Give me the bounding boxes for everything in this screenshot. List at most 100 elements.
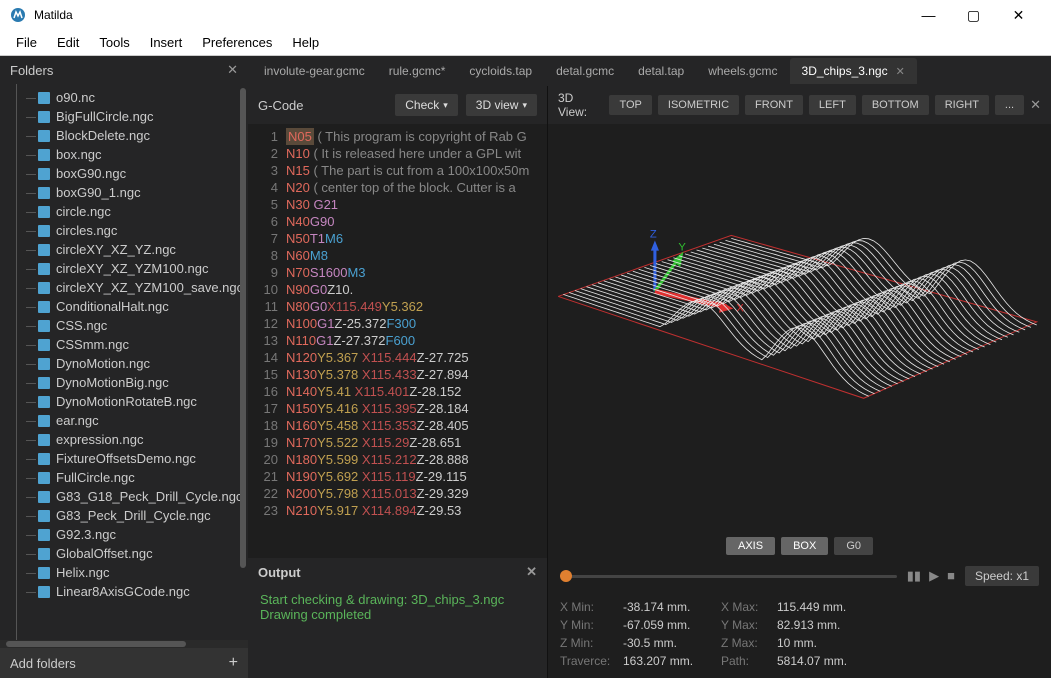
play-icon[interactable]: ▶ xyxy=(929,568,939,584)
tab[interactable]: wheels.gcmc xyxy=(696,58,789,84)
view-button-bottom[interactable]: BOTTOM xyxy=(862,95,929,115)
code-line[interactable]: 19N170Y5.522 X115.29Z-28.651 xyxy=(248,434,547,451)
code-line[interactable]: 23N210Y5.917 X114.894Z-29.53 xyxy=(248,502,547,519)
code-line[interactable]: 9N70S1600M3 xyxy=(248,264,547,281)
speed-button[interactable]: Speed: x1 xyxy=(965,566,1039,586)
file-label: boxG90.ngc xyxy=(56,166,126,181)
output-close-icon[interactable]: ✕ xyxy=(526,564,537,580)
tree-item[interactable]: DynoMotionRotateB.ngc xyxy=(10,392,248,411)
code-line[interactable]: 3N15 ( The part is cut from a 100x100x50… xyxy=(248,162,547,179)
window-close-button[interactable]: ✕ xyxy=(996,0,1041,30)
tree-item[interactable]: boxG90.ngc xyxy=(10,164,248,183)
tree-item[interactable]: box.ngc xyxy=(10,145,248,164)
tree-item[interactable]: circleXY_XZ_YZM100_save.ngc xyxy=(10,278,248,297)
tree-item[interactable]: ConditionalHalt.ngc xyxy=(10,297,248,316)
tree-item[interactable]: boxG90_1.ngc xyxy=(10,183,248,202)
tree-item[interactable]: GlobalOffset.ngc xyxy=(10,544,248,563)
file-icon xyxy=(38,130,50,142)
code-line[interactable]: 1N05 ( This program is copyright of Rab … xyxy=(248,128,547,145)
view-button-...[interactable]: ... xyxy=(995,95,1024,115)
code-line[interactable]: 17N150Y5.416 X115.395Z-28.184 xyxy=(248,400,547,417)
folder-tree-horizontal-scrollbar[interactable] xyxy=(0,640,248,648)
axis-button-box[interactable]: BOX xyxy=(781,537,828,555)
code-line[interactable]: 20N180Y5.599 X115.212Z-28.888 xyxy=(248,451,547,468)
playback-slider[interactable] xyxy=(560,575,897,578)
tree-item[interactable]: G83_G18_Peck_Drill_Cycle.ngc xyxy=(10,487,248,506)
axis-button-axis[interactable]: AXIS xyxy=(726,537,775,555)
tree-item[interactable]: Helix.ngc xyxy=(10,563,248,582)
tree-item[interactable]: FullCircle.ngc xyxy=(10,468,248,487)
view-button-top[interactable]: TOP xyxy=(609,95,651,115)
menu-file[interactable]: File xyxy=(6,32,47,53)
check-button[interactable]: Check▾ xyxy=(395,94,458,116)
tab[interactable]: involute-gear.gcmc xyxy=(252,58,377,84)
tree-item[interactable]: G83_Peck_Drill_Cycle.ngc xyxy=(10,506,248,525)
tree-item[interactable]: circles.ngc xyxy=(10,221,248,240)
tab[interactable]: cycloids.tap xyxy=(457,58,544,84)
tab-close-icon[interactable]: ✕ xyxy=(896,65,905,78)
window-maximize-button[interactable]: ▢ xyxy=(951,0,996,30)
code-line[interactable]: 10N90G0Z10. xyxy=(248,281,547,298)
tab[interactable]: rule.gcmc* xyxy=(377,58,458,84)
code-line[interactable]: 7N50T1M6 xyxy=(248,230,547,247)
file-icon xyxy=(38,453,50,465)
tree-item[interactable]: Linear8AxisGCode.ngc xyxy=(10,582,248,601)
tree-item[interactable]: circle.ngc xyxy=(10,202,248,221)
file-icon xyxy=(38,567,50,579)
3d-view-button[interactable]: 3D view▾ xyxy=(466,94,537,116)
code-line[interactable]: 14N120Y5.367 X115.444Z-27.725 xyxy=(248,349,547,366)
folder-tree[interactable]: o90.ncBigFullCircle.ngcBlockDelete.ngcbo… xyxy=(0,84,248,640)
code-line[interactable]: 4N20 ( center top of the block. Cutter i… xyxy=(248,179,547,196)
view-button-isometric[interactable]: ISOMETRIC xyxy=(658,95,739,115)
stat-row: X Min:-38.174 mm.X Max:115.449 mm. xyxy=(560,598,1039,616)
tab[interactable]: 3D_chips_3.ngc✕ xyxy=(790,58,917,84)
tree-item[interactable]: circleXY_XZ_YZM100.ngc xyxy=(10,259,248,278)
code-line[interactable]: 21N190Y5.692 X115.119Z-29.115 xyxy=(248,468,547,485)
menu-tools[interactable]: Tools xyxy=(89,32,139,53)
menu-insert[interactable]: Insert xyxy=(140,32,193,53)
tree-item[interactable]: o90.nc xyxy=(10,88,248,107)
code-line[interactable]: 13N110G1Z-27.372F600 xyxy=(248,332,547,349)
tree-item[interactable]: DynoMotion.ngc xyxy=(10,354,248,373)
tree-item[interactable]: CSS.ngc xyxy=(10,316,248,335)
view-button-front[interactable]: FRONT xyxy=(745,95,803,115)
menu-help[interactable]: Help xyxy=(282,32,329,53)
tree-item[interactable]: G92.3.ngc xyxy=(10,525,248,544)
code-line[interactable]: 11N80G0X115.449Y5.362 xyxy=(248,298,547,315)
code-line[interactable]: 18N160Y5.458 X115.353Z-28.405 xyxy=(248,417,547,434)
tab[interactable]: detal.tap xyxy=(626,58,696,84)
tree-item[interactable]: DynoMotionBig.ngc xyxy=(10,373,248,392)
tab[interactable]: detal.gcmc xyxy=(544,58,626,84)
window-minimize-button[interactable]: — xyxy=(906,0,951,30)
tree-item[interactable]: BlockDelete.ngc xyxy=(10,126,248,145)
view-button-left[interactable]: LEFT xyxy=(809,95,856,115)
code-line[interactable]: 5N30 G21 xyxy=(248,196,547,213)
tree-item[interactable]: BigFullCircle.ngc xyxy=(10,107,248,126)
tree-item[interactable]: FixtureOffsetsDemo.ngc xyxy=(10,449,248,468)
file-icon xyxy=(38,472,50,484)
view-button-right[interactable]: RIGHT xyxy=(935,95,989,115)
code-line[interactable]: 2N10 ( It is released here under a GPL w… xyxy=(248,145,547,162)
tab-label: detal.gcmc xyxy=(556,64,614,78)
3d-view-close-icon[interactable]: ✕ xyxy=(1030,97,1041,113)
tree-item[interactable]: expression.ngc xyxy=(10,430,248,449)
pause-icon[interactable]: ▮▮ xyxy=(907,568,921,584)
add-folders-button[interactable]: Add folders + xyxy=(0,648,248,678)
folders-close-icon[interactable]: ✕ xyxy=(227,62,238,78)
code-line[interactable]: 6N40G90 xyxy=(248,213,547,230)
code-line[interactable]: 16N140Y5.41 X115.401Z-28.152 xyxy=(248,383,547,400)
code-line[interactable]: 8N60M8 xyxy=(248,247,547,264)
code-line[interactable]: 12N100G1Z-25.372F300 xyxy=(248,315,547,332)
axis-button-g0[interactable]: G0 xyxy=(834,537,873,555)
3d-canvas[interactable]: ZYX xyxy=(548,124,1051,530)
code-line[interactable]: 15N130Y5.378 X115.433Z-27.894 xyxy=(248,366,547,383)
code-line[interactable]: 22N200Y5.798 X115.013Z-29.329 xyxy=(248,485,547,502)
tree-item[interactable]: CSSmm.ngc xyxy=(10,335,248,354)
code-editor[interactable]: 1N05 ( This program is copyright of Rab … xyxy=(248,124,547,558)
tree-item[interactable]: circleXY_XZ_YZ.ngc xyxy=(10,240,248,259)
stop-icon[interactable]: ■ xyxy=(947,568,955,584)
tree-item[interactable]: ear.ngc xyxy=(10,411,248,430)
menu-preferences[interactable]: Preferences xyxy=(192,32,282,53)
slider-handle[interactable] xyxy=(560,570,572,582)
menu-edit[interactable]: Edit xyxy=(47,32,89,53)
